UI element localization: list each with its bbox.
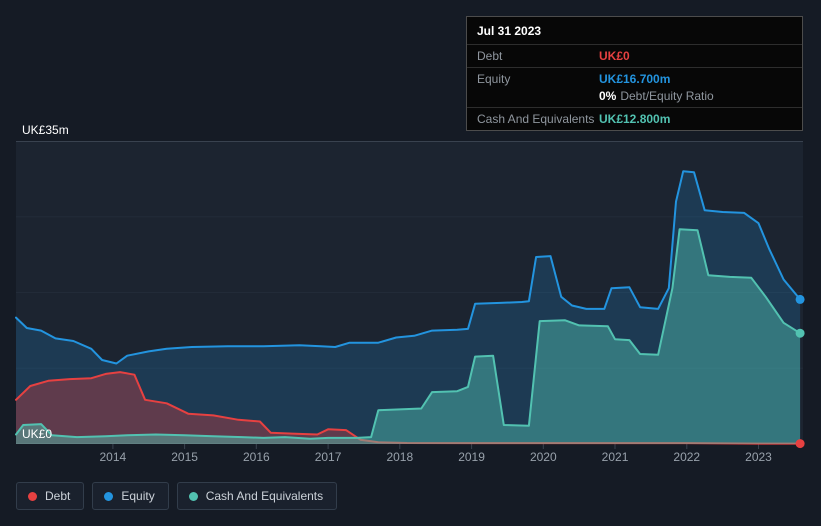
tooltip-row-equity: Equity UK£16.700m 0% Debt/Equity Ratio: [467, 68, 802, 108]
legend-item-debt[interactable]: Debt: [16, 482, 85, 510]
tooltip-equity-value: UK£16.700m: [599, 72, 671, 86]
debt-equity-history-chart-panel: Jul 31 2023 Debt UK£0 Equity UK£16.700m …: [0, 0, 821, 526]
tooltip-row-cash: Cash And Equivalents UK£12.800m: [467, 108, 802, 130]
legend-equity-label: Equity: [121, 489, 155, 503]
area-chart-plot[interactable]: [15, 141, 805, 453]
tooltip-ratio-label: Debt/Equity Ratio: [620, 89, 714, 103]
chart-legend: Debt Equity Cash And Equivalents: [16, 482, 338, 510]
chart-tooltip: Jul 31 2023 Debt UK£0 Equity UK£16.700m …: [466, 16, 803, 131]
tooltip-date: Jul 31 2023: [467, 17, 802, 45]
tooltip-debt-equity-ratio: 0% Debt/Equity Ratio: [599, 89, 714, 103]
tooltip-cash-label: Cash And Equivalents: [477, 112, 595, 126]
tooltip-row-debt: Debt UK£0: [467, 45, 802, 68]
y-axis-zero-label: UK£0: [22, 427, 53, 441]
legend-debt-label: Debt: [45, 489, 71, 503]
tooltip-cash-value: UK£12.800m: [599, 112, 671, 126]
cash-series-dot-icon: [188, 491, 198, 501]
tooltip-debt-value: UK£0: [599, 49, 630, 63]
y-axis-max-label: UK£35m: [22, 123, 69, 137]
equity-series-dot-icon: [104, 491, 114, 501]
legend-item-equity[interactable]: Equity: [92, 482, 169, 510]
legend-item-cash[interactable]: Cash And Equivalents: [176, 482, 338, 510]
legend-cash-label: Cash And Equivalents: [205, 489, 324, 503]
tooltip-debt-label: Debt: [477, 49, 503, 63]
tooltip-equity-value-block: UK£16.700m 0% Debt/Equity Ratio: [599, 72, 714, 103]
tooltip-ratio-value: 0%: [599, 89, 617, 103]
tooltip-equity-label: Equity: [477, 72, 511, 86]
debt-series-dot-icon: [28, 491, 37, 501]
